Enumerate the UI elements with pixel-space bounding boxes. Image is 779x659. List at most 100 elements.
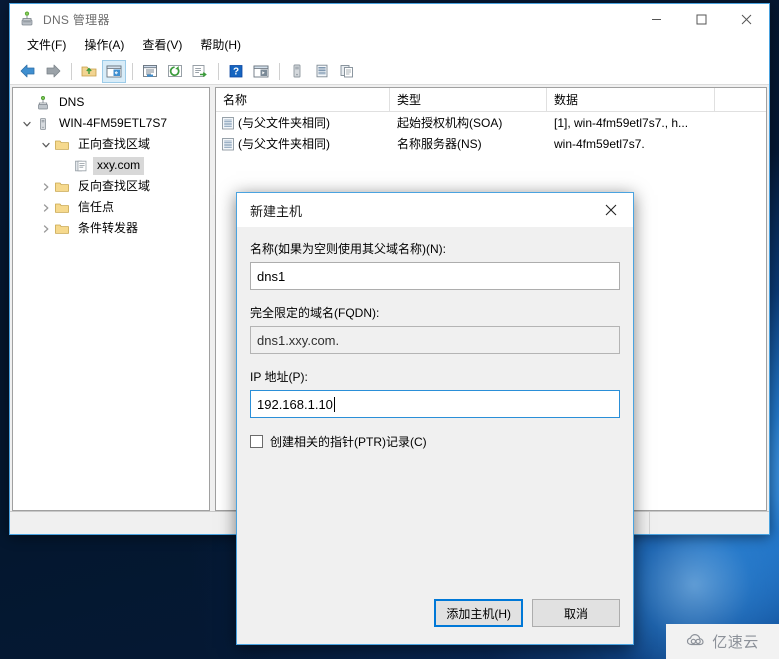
menu-view[interactable]: 查看(V) <box>133 35 191 56</box>
window-controls <box>634 4 769 34</box>
back-icon[interactable] <box>16 60 40 83</box>
tree-node-forward-zones[interactable]: 正向查找区域 <box>13 134 209 155</box>
status-segment-3 <box>650 512 769 534</box>
folder-icon <box>54 221 70 237</box>
menubar: 文件(F) 操作(A) 查看(V) 帮助(H) <box>10 34 769 58</box>
chevron-down-icon[interactable] <box>38 137 54 153</box>
refresh-icon[interactable] <box>163 60 187 83</box>
ip-field-value: 192.168.1.10 <box>257 396 333 412</box>
toolbar-separator <box>279 62 280 80</box>
tree-label: 正向查找区域 <box>78 136 151 151</box>
cell-type: 起始授权机构(SOA) <box>397 116 503 130</box>
zone-icon <box>73 158 89 174</box>
text-caret <box>333 396 335 412</box>
tree-label: 反向查找区域 <box>78 178 151 193</box>
window-title: DNS 管理器 <box>43 12 110 27</box>
toolbar-separator <box>71 62 72 80</box>
show-hide-tree-icon[interactable] <box>102 59 126 83</box>
menu-file[interactable]: 文件(F) <box>18 35 75 56</box>
chevron-right-icon[interactable] <box>38 200 54 216</box>
close-button[interactable] <box>724 4 769 34</box>
add-host-button[interactable]: 添加主机(H) <box>434 599 523 627</box>
watermark: 亿速云 <box>666 624 779 659</box>
name-field-value: dns1 <box>257 268 286 284</box>
maximize-button[interactable] <box>679 4 724 34</box>
toolbar: ? <box>10 58 769 85</box>
fqdn-field-value: dns1.xxy.com. <box>257 332 340 348</box>
name-field[interactable]: dns1 <box>250 262 620 290</box>
twisty-none <box>57 158 73 174</box>
fqdn-field-label: 完全限定的域名(FQDN): <box>250 306 380 320</box>
dialog-close-icon[interactable] <box>588 193 633 227</box>
cell-data: [1], win-4fm59etl7s7., h... <box>554 115 689 130</box>
ptr-checkbox-row[interactable]: 创建相关的指针(PTR)记录(C) <box>250 433 620 450</box>
up-one-level-icon[interactable] <box>77 60 101 83</box>
tree-label: 条件转发器 <box>78 220 139 235</box>
cell-data: win-4fm59etl7s7. <box>554 136 645 151</box>
chevron-right-icon[interactable] <box>38 221 54 237</box>
properties-icon[interactable] <box>138 60 162 83</box>
record-name: (与父文件夹相同) <box>238 116 330 130</box>
menu-action[interactable]: 操作(A) <box>75 35 133 56</box>
dialog-title: 新建主机 <box>250 203 303 219</box>
tree-node-conditional-forwarders[interactable]: 条件转发器 <box>13 218 209 239</box>
forward-icon[interactable] <box>41 60 65 83</box>
ip-field-label: IP 地址(P): <box>250 370 308 384</box>
cell-type: 名称服务器(NS) <box>397 137 482 151</box>
watermark-text: 亿速云 <box>712 634 759 651</box>
tree-node-zone-xxy-com[interactable]: xxy.com <box>13 155 209 176</box>
toolbar-separator <box>218 62 219 80</box>
column-header-data[interactable]: 数据 <box>547 88 715 111</box>
dns-record-icon <box>220 115 236 131</box>
server-icon <box>35 116 51 132</box>
dns-root-icon <box>35 95 51 111</box>
name-field-label: 名称(如果为空则使用其父域名称)(N): <box>250 242 446 256</box>
cell-name: (与父文件夹相同) <box>216 114 390 131</box>
chevron-right-icon[interactable] <box>38 179 54 195</box>
dialog-titlebar[interactable]: 新建主机 <box>237 193 633 227</box>
export-list-icon[interactable] <box>188 60 212 83</box>
record-name: (与父文件夹相同) <box>238 137 330 151</box>
cloud-icon <box>686 632 708 651</box>
column-header-type[interactable]: 类型 <box>390 88 547 111</box>
zone-list-icon[interactable] <box>310 60 334 83</box>
table-row[interactable]: (与父文件夹相同) 起始授权机构(SOA) [1], win-4fm59etl7… <box>216 112 766 133</box>
ptr-checkbox[interactable] <box>250 435 263 448</box>
table-row[interactable]: (与父文件夹相同) 名称服务器(NS) win-4fm59etl7s7. <box>216 133 766 154</box>
copy-icon[interactable] <box>335 60 359 83</box>
cell-name: (与父文件夹相同) <box>216 135 390 152</box>
tree-label: xxy.com <box>93 156 145 175</box>
chevron-down-icon[interactable] <box>19 116 35 132</box>
dns-record-icon <box>220 136 236 152</box>
new-window-icon[interactable] <box>249 60 273 83</box>
tree-node-trust-points[interactable]: 信任点 <box>13 197 209 218</box>
column-header-extra[interactable] <box>715 88 766 111</box>
menu-help[interactable]: 帮助(H) <box>191 35 250 56</box>
tree-label: WIN-4FM59ETL7S7 <box>59 115 168 130</box>
tree-label: DNS <box>59 94 85 109</box>
svg-text:?: ? <box>233 67 239 78</box>
dialog-buttons: 添加主机(H) 取消 <box>434 599 620 627</box>
screen: DNS 管理器 文件(F) 操作(A) 查看(V) 帮助(H) ? DNS WI… <box>0 0 779 659</box>
help-icon[interactable]: ? <box>224 60 248 83</box>
console-tree-pane[interactable]: DNS WIN-4FM59ETL7S7 正向查找区域 xxy.com 反向查找区… <box>12 87 210 511</box>
column-header-name[interactable]: 名称 <box>216 88 390 111</box>
tree-node-dns[interactable]: DNS <box>13 92 209 113</box>
twisty-none <box>19 95 35 111</box>
tree-node-reverse-zones[interactable]: 反向查找区域 <box>13 176 209 197</box>
console-tree: DNS WIN-4FM59ETL7S7 正向查找区域 xxy.com 反向查找区… <box>13 88 209 239</box>
tree-node-server[interactable]: WIN-4FM59ETL7S7 <box>13 113 209 134</box>
cancel-button[interactable]: 取消 <box>532 599 620 627</box>
window-titlebar[interactable]: DNS 管理器 <box>10 4 769 34</box>
new-host-dialog: 新建主机 名称(如果为空则使用其父域名称)(N): dns1 完全限定的域名(F… <box>236 192 634 645</box>
folder-icon <box>54 200 70 216</box>
minimize-button[interactable] <box>634 4 679 34</box>
ip-address-field[interactable]: 192.168.1.10 <box>250 390 620 418</box>
tree-label: 信任点 <box>78 199 115 214</box>
dialog-body: 名称(如果为空则使用其父域名称)(N): dns1 完全限定的域名(FQDN):… <box>237 227 633 450</box>
fqdn-field: dns1.xxy.com. <box>250 326 620 354</box>
server-icon[interactable] <box>285 60 309 83</box>
folder-icon <box>54 137 70 153</box>
folder-icon <box>54 179 70 195</box>
toolbar-separator <box>132 62 133 80</box>
